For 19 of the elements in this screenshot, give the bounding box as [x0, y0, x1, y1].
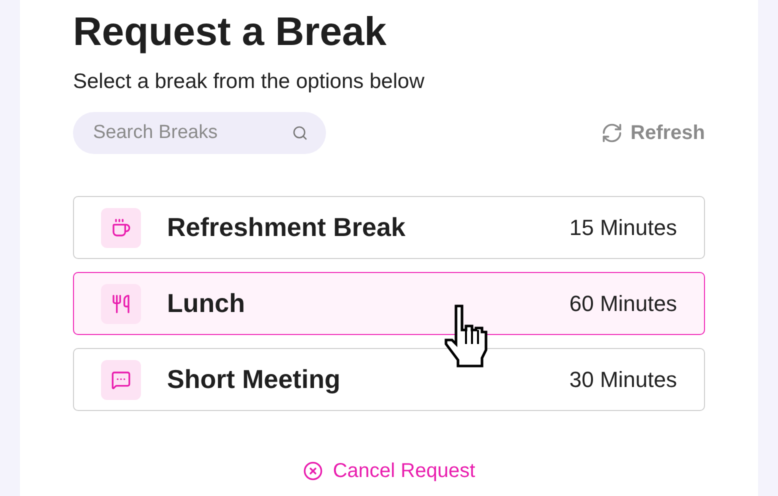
chat-bubble-icon [111, 370, 131, 390]
break-duration: 30 Minutes [569, 366, 677, 394]
break-name: Short Meeting [167, 363, 340, 396]
coffee-cup-icon [111, 218, 131, 238]
cancel-request-link[interactable]: Cancel Request [302, 459, 476, 483]
break-duration: 60 Minutes [569, 290, 677, 318]
refresh-icon [600, 122, 623, 144]
break-option[interactable]: Short Meeting 30 Minutes [73, 348, 705, 411]
search-icon [292, 125, 308, 141]
cancel-icon [302, 461, 323, 481]
break-name: Refreshment Break [167, 211, 406, 244]
subtitle: Select a break from the options below [73, 69, 424, 95]
fork-knife-icon [111, 294, 131, 314]
page-title: Request a Break [73, 9, 386, 56]
break-option[interactable]: Refreshment Break 15 Minutes [73, 196, 705, 259]
break-option[interactable]: Lunch 60 Minutes [73, 272, 705, 335]
search-field[interactable]: Search Breaks [73, 112, 326, 154]
break-name: Lunch [167, 287, 245, 320]
break-duration: 15 Minutes [569, 214, 677, 242]
